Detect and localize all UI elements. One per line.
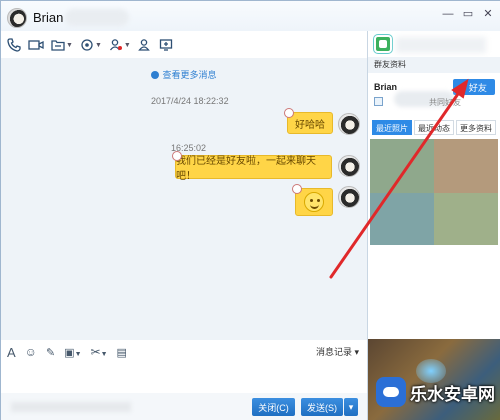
message-text: 我们已经是好友啦，一起来聊天吧！: [176, 156, 316, 182]
watermark-text: 乐水安卓网: [410, 384, 495, 404]
input-toolbar: A ☺ ✎ ▣▼ ✂▼ ▤ 消息记录 ▾: [1, 341, 367, 363]
font-icon[interactable]: A: [7, 345, 16, 360]
self-avatar[interactable]: [338, 155, 360, 177]
contact-name: Brian: [33, 10, 64, 25]
photo-thumbnail[interactable]: [370, 193, 434, 245]
send-button[interactable]: 发送(S): [301, 398, 343, 416]
save-icon[interactable]: ▤: [117, 346, 127, 359]
section-title: 群友资料: [368, 57, 500, 73]
add-contact-icon[interactable]: [138, 37, 152, 53]
message-text: 好哈哈: [295, 119, 325, 131]
format-icon[interactable]: ✎: [46, 346, 55, 359]
window-controls: — ▭ ✕: [441, 7, 495, 21]
message-input[interactable]: [1, 363, 367, 393]
folder-icon[interactable]: ▼: [51, 37, 73, 53]
self-avatar[interactable]: [338, 113, 360, 135]
message-area[interactable]: 查看更多消息 2017/4/24 18:22:32 好哈哈 16:25:02 我…: [1, 58, 367, 340]
tab-recent-photos[interactable]: 最近照片: [372, 120, 412, 135]
sender-badge-icon: [292, 184, 302, 194]
footer-bar: 关闭(C) 发送(S) ▾: [1, 393, 367, 420]
close-chat-button[interactable]: 关闭(C): [252, 398, 295, 416]
title-avatar[interactable]: [7, 8, 27, 28]
message-record-button[interactable]: 消息记录 ▾: [316, 345, 359, 358]
sender-badge-icon: [172, 151, 182, 161]
photo-thumbnail[interactable]: [370, 139, 434, 193]
message-bubble[interactable]: 我们已经是好友啦，一起来聊天吧！: [172, 151, 332, 182]
video-icon[interactable]: [28, 37, 44, 53]
blurred-banner: [396, 37, 486, 53]
chat-toolbar: ▼ ▼ ▼: [1, 34, 367, 56]
blurred-name-suffix: [65, 9, 129, 26]
send-options-dropdown[interactable]: ▾: [344, 398, 358, 416]
edit-icon[interactable]: [374, 97, 383, 106]
photo-thumbnail[interactable]: [434, 193, 498, 245]
self-avatar[interactable]: [338, 186, 360, 208]
photo-thumbnail[interactable]: [434, 139, 498, 193]
timestamp: 2017/4/24 18:22:32: [151, 96, 229, 106]
watermark-logo-icon: [376, 377, 406, 407]
view-more-messages-link[interactable]: 查看更多消息: [1, 68, 367, 81]
phone-icon[interactable]: [7, 37, 21, 53]
app-icon[interactable]: ▼: [80, 37, 102, 53]
mutual-friends-label[interactable]: 共同好友: [429, 97, 461, 108]
blurred-footer-text: [11, 402, 131, 412]
info-icon: [151, 71, 160, 79]
message-bubble[interactable]: 好哈哈: [284, 108, 333, 134]
profile-panel: 群友资料 Brian + 好友 共同好友 最近照片 最近动态 更多资料 乐水安卓…: [367, 31, 500, 420]
tab-recent-activity[interactable]: 最近动态: [414, 120, 454, 135]
recent-photos-grid[interactable]: [370, 139, 498, 245]
close-window-button[interactable]: ✕: [481, 7, 495, 21]
profile-name: Brian: [374, 82, 398, 92]
maximize-button[interactable]: ▭: [461, 7, 475, 21]
tab-more-info[interactable]: 更多资料: [456, 120, 496, 135]
smile-emoji-icon: [304, 192, 324, 212]
watermark: 乐水安卓网: [376, 377, 495, 407]
title-bar: Brian — ▭ ✕: [1, 1, 500, 31]
screenshot-scissors-icon[interactable]: ✂▼: [91, 345, 108, 359]
more-messages-label: 查看更多消息: [162, 70, 217, 80]
minimize-button[interactable]: —: [441, 7, 455, 21]
add-friend-button[interactable]: + 好友: [453, 79, 495, 95]
chat-window: Brian — ▭ ✕ ▼ ▼ ▼ 查看更多消息 2017/4/24 18:22…: [0, 0, 500, 420]
image-icon[interactable]: ▣▼: [64, 346, 81, 359]
emoji-message-bubble[interactable]: [292, 184, 333, 216]
qzone-icon[interactable]: [374, 35, 392, 53]
emoji-icon[interactable]: ☺: [25, 345, 37, 359]
screen-share-icon[interactable]: [159, 37, 173, 53]
profile-tabs: 最近照片 最近动态 更多资料: [372, 120, 496, 135]
sender-badge-icon: [284, 108, 294, 118]
remote-icon[interactable]: ▼: [109, 37, 131, 53]
